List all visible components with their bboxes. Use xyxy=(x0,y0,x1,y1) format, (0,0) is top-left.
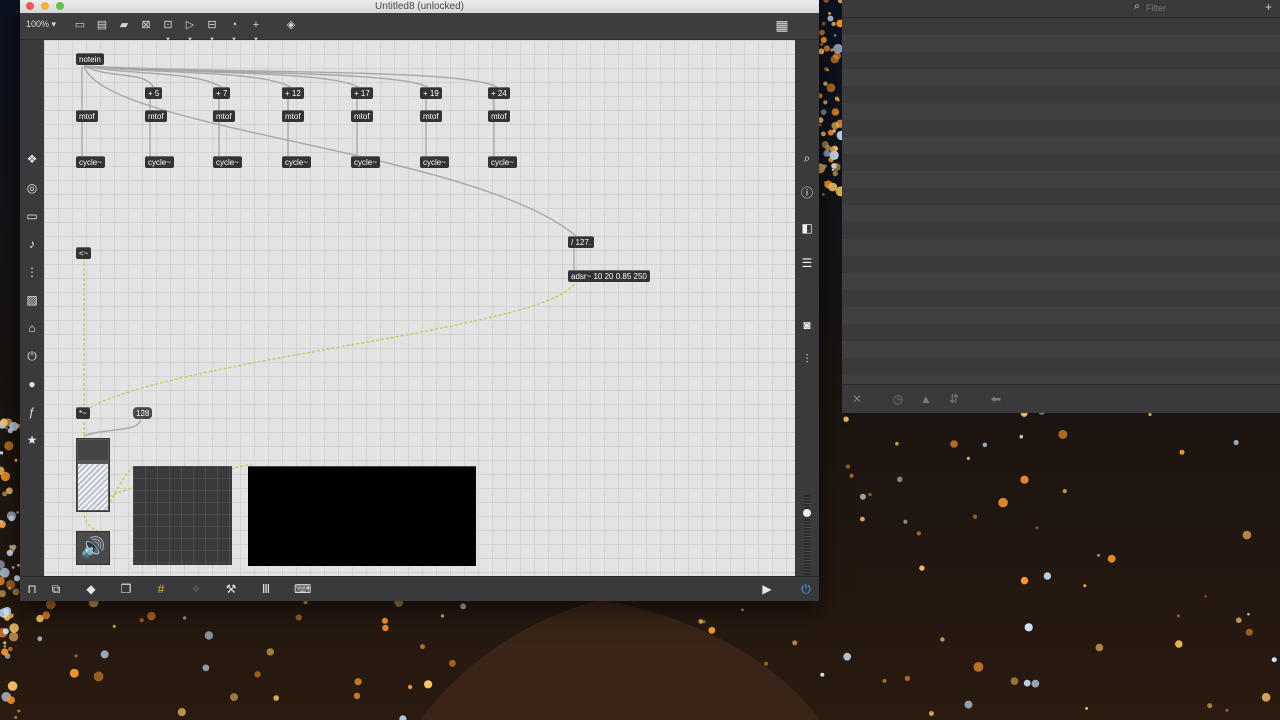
message-icon[interactable]: ▤ xyxy=(95,18,109,32)
clear-icon[interactable]: ✕ xyxy=(850,392,864,406)
slider-icon[interactable]: ⊟▼ xyxy=(205,18,219,43)
package-icon[interactable]: ❖ xyxy=(25,152,39,166)
gain-slider[interactable] xyxy=(76,438,110,512)
function-editor[interactable] xyxy=(133,466,232,565)
speaker-icon[interactable]: 🔊 xyxy=(76,531,110,565)
music-note-icon[interactable]: ♪ xyxy=(25,237,39,251)
columns-icon[interactable]: ◧ xyxy=(800,221,814,235)
wrench-icon[interactable]: ⚒ xyxy=(224,582,238,596)
clock-icon[interactable]: ◷ xyxy=(891,392,905,406)
object-notein[interactable]: notein xyxy=(76,53,104,65)
tag-icon[interactable]: ⌂ xyxy=(25,321,39,335)
plug-icon[interactable]: ⏻ xyxy=(25,349,39,363)
fx-icon[interactable]: ƒ xyxy=(25,405,39,419)
list-icon[interactable]: ☰ xyxy=(800,256,814,270)
mixer-icon[interactable]: ⫶ xyxy=(800,352,814,366)
patch-canvas[interactable]: notein + 5 + 7 + 12 + 17 + 19 + 24 mtof … xyxy=(44,40,795,576)
object-mtof[interactable]: mtof xyxy=(282,110,304,122)
object-cycle[interactable]: cycle~ xyxy=(213,156,242,168)
paint-bucket-icon[interactable]: ◈ xyxy=(284,18,298,32)
object-mtof[interactable]: mtof xyxy=(145,110,167,122)
play-icon[interactable]: ▶ xyxy=(760,582,774,596)
object-add-24[interactable]: + 24 xyxy=(488,87,510,99)
sort-icon[interactable]: ⇵ xyxy=(947,392,961,406)
add-icon[interactable]: + xyxy=(1265,0,1272,14)
object-adsr[interactable]: adsr~ 10 20 0.85 250 xyxy=(568,270,650,282)
console-footer: ✕ ◷ ▲ ⇵ ⬅ xyxy=(842,384,1280,413)
zoom-level: 100% xyxy=(26,19,50,29)
patcher-toolbar: 100% ▾ ▭ ▤ ▰ ⊠ ⊡▼ ▷▼ ⊟▼ ◔▼ +▼ ◈ ▦ xyxy=(20,13,819,43)
object-mtof[interactable]: mtof xyxy=(213,110,235,122)
toggle-icon[interactable]: ⊡▼ xyxy=(161,18,175,43)
console-header: ⌕ + xyxy=(842,0,1280,18)
search-icon[interactable]: ⌕ xyxy=(800,151,814,165)
presentation-icon[interactable]: ⧉ xyxy=(49,582,63,596)
title-bar: Untitled8 (unlocked) xyxy=(20,0,819,14)
object-add-19[interactable]: + 19 xyxy=(420,87,442,99)
object-cycle[interactable]: cycle~ xyxy=(145,156,174,168)
level-meter xyxy=(803,495,811,575)
meter-knob[interactable] xyxy=(803,509,811,517)
keyboard-icon[interactable]: ▭ xyxy=(25,209,39,223)
object-add-5[interactable]: + 5 xyxy=(145,87,163,99)
grid-icon[interactable]: ▦ xyxy=(775,18,789,32)
message-128[interactable]: 128 xyxy=(133,407,153,419)
console-messages[interactable] xyxy=(842,18,1280,384)
warning-icon[interactable]: ▲ xyxy=(919,392,933,406)
layers-icon[interactable]: ❐ xyxy=(119,582,133,596)
object-cycle[interactable]: cycle~ xyxy=(282,156,311,168)
audio-power-icon[interactable]: ⏻ xyxy=(799,582,813,596)
object-add-12[interactable]: + 12 xyxy=(282,87,304,99)
piano-icon[interactable]: Ⅲ xyxy=(259,582,273,596)
object-mtof[interactable]: mtof xyxy=(351,110,373,122)
gain-slider-fill xyxy=(78,464,108,510)
vizzie-icon[interactable]: ● xyxy=(25,377,39,391)
number-icon[interactable]: ▷▼ xyxy=(183,18,197,43)
patcher-window: Untitled8 (unlocked) 100% ▾ ▭ ▤ ▰ ⊠ ⊡▼ ▷… xyxy=(20,0,819,601)
target-icon[interactable]: ◎ xyxy=(25,181,39,195)
camera-icon[interactable]: ◙ xyxy=(800,318,814,332)
debug-icon[interactable]: ✧ xyxy=(189,582,203,596)
object-cycle[interactable]: cycle~ xyxy=(488,156,517,168)
left-sidebar: ❖ ◎ ▭ ♪ ⋮ ▨ ⌂ ⏻ ● ƒ ★ xyxy=(20,40,44,576)
max-console: ⌕ + ✕ ◷ ▲ ⇵ ⬅ xyxy=(842,0,1280,413)
object-mtof[interactable]: mtof xyxy=(76,110,98,122)
image-icon[interactable]: ▨ xyxy=(25,293,39,307)
object-times[interactable]: *~ xyxy=(76,407,90,419)
object-cycle[interactable]: cycle~ xyxy=(351,156,380,168)
button-icon[interactable]: ⊠ xyxy=(139,18,153,32)
back-icon[interactable]: ⬅ xyxy=(989,392,1003,406)
object-add-17[interactable]: + 17 xyxy=(351,87,373,99)
object-divide[interactable]: / 127. xyxy=(568,236,595,248)
sequencer-icon[interactable]: ⋮ xyxy=(25,265,39,279)
object-mtof[interactable]: mtof xyxy=(488,110,510,122)
right-sidebar: ⌕ ⓘ ◧ ☰ ◙ ⫶ xyxy=(795,40,819,576)
comment-icon[interactable]: ▰ xyxy=(117,18,131,32)
grid-snap-icon[interactable]: # xyxy=(154,582,168,596)
comment-toggle-icon[interactable]: ◆ xyxy=(84,582,98,596)
scope-display[interactable] xyxy=(248,466,476,566)
object-cycle[interactable]: cycle~ xyxy=(420,156,449,168)
zoom-menu[interactable]: 100% ▾ xyxy=(26,19,56,30)
keyboard-shortcuts-icon[interactable]: ⌨ xyxy=(294,582,311,596)
new-object-icon[interactable]: ▭ xyxy=(73,18,87,32)
dial-icon[interactable]: ◔▼ xyxy=(227,18,241,43)
lock-icon[interactable]: ⊓ xyxy=(25,582,39,596)
star-icon[interactable]: ★ xyxy=(25,433,39,447)
info-icon[interactable]: ⓘ xyxy=(800,186,814,200)
object-arrow[interactable]: <~ xyxy=(76,247,92,259)
status-bar: ⊓ ⧉ ◆ ❐ # ✧ ⚒ Ⅲ ⌨ ▶ ⏻ xyxy=(20,576,819,601)
object-mtof[interactable]: mtof xyxy=(420,110,442,122)
add-icon[interactable]: +▼ xyxy=(249,18,263,43)
object-add-7[interactable]: + 7 xyxy=(213,87,231,99)
filter-input[interactable] xyxy=(1132,2,1276,14)
object-cycle[interactable]: cycle~ xyxy=(76,156,105,168)
window-title: Untitled8 (unlocked) xyxy=(375,1,464,12)
gain-slider-track xyxy=(78,440,108,460)
